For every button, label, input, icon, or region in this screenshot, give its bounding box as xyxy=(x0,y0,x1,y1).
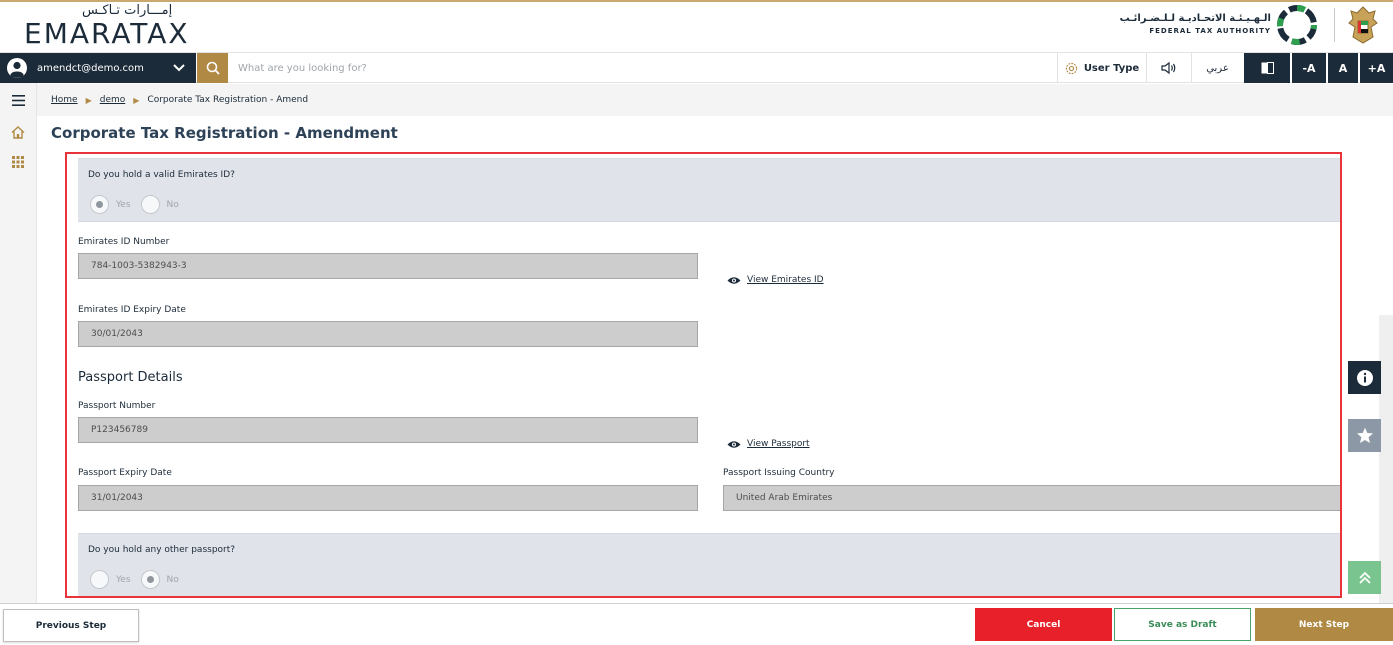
scrollbar[interactable] xyxy=(1379,315,1393,605)
next-step-button[interactable]: Next Step xyxy=(1255,608,1393,641)
radio-no-label: No xyxy=(166,574,179,585)
passport-expiry-field[interactable]: 31/01/2043 xyxy=(78,485,698,511)
font-increase-button[interactable]: +A xyxy=(1360,53,1393,83)
radio-no-label: No xyxy=(166,199,179,210)
passport-expiry-label: Passport Expiry Date xyxy=(78,468,172,478)
radio-yes-label: Yes xyxy=(116,574,131,585)
breadcrumb-arrow-icon: ▶ xyxy=(85,95,92,105)
left-nav-rail xyxy=(0,83,37,603)
star-icon xyxy=(1356,427,1373,443)
emirates-id-radio-group: Yes No xyxy=(90,195,189,214)
home-icon xyxy=(11,125,25,139)
previous-step-button[interactable]: Previous Step xyxy=(3,609,139,642)
breadcrumb-current: Corporate Tax Registration - Amend xyxy=(147,95,309,105)
apps-grid-icon xyxy=(12,156,24,168)
info-icon xyxy=(1356,369,1373,386)
fta-logo-icon xyxy=(1277,5,1317,45)
logo-arabic-text: إمـــارات تـاكـس xyxy=(82,3,173,18)
search-input[interactable] xyxy=(238,53,938,83)
emirates-id-question-label: Do you hold a valid Emirates ID? xyxy=(88,170,235,180)
other-passport-question-block: Do you hold any other passport? Yes No xyxy=(78,533,1340,596)
eye-icon xyxy=(727,440,741,448)
text-to-speech-button[interactable] xyxy=(1146,53,1191,83)
fta-name-english: FEDERAL TAX AUTHORITY xyxy=(1149,27,1271,35)
emirates-id-number-field[interactable]: 784-1003-5382943-3 xyxy=(78,253,698,279)
other-passport-yes-radio[interactable] xyxy=(90,570,109,589)
language-arabic-button[interactable]: عربي xyxy=(1191,53,1243,83)
view-passport-link[interactable]: View Passport xyxy=(727,439,810,449)
uae-emblem-icon xyxy=(1348,6,1378,44)
home-nav-button[interactable] xyxy=(0,117,36,147)
contrast-icon xyxy=(1261,62,1274,74)
search-button[interactable] xyxy=(197,53,228,83)
top-toolbar: amendct@demo.com User Type xyxy=(0,52,1393,83)
chevron-down-icon xyxy=(173,64,185,72)
emaratax-logo[interactable]: EMARATAX xyxy=(24,17,190,50)
breadcrumb: Home ▶ demo ▶ Corporate Tax Registration… xyxy=(37,84,1393,116)
emirates-id-question-block: Do you hold a valid Emirates ID? Yes No xyxy=(78,158,1340,222)
font-decrease-button[interactable]: -A xyxy=(1292,53,1326,83)
save-as-draft-button[interactable]: Save as Draft xyxy=(1114,608,1251,641)
fta-name-arabic: الـهـيـئـة الاتحـاديـة لـلـضـرائـب xyxy=(1119,13,1271,24)
emirates-id-number-label: Emirates ID Number xyxy=(78,237,170,247)
font-normal-button[interactable]: A xyxy=(1328,53,1358,83)
user-avatar-icon xyxy=(7,58,27,78)
user-type-button[interactable]: User Type xyxy=(1057,53,1146,83)
footer-action-bar: Previous Step Cancel Save as Draft Next … xyxy=(0,603,1393,645)
view-emirates-id-text: View Emirates ID xyxy=(747,275,824,285)
favorite-button[interactable] xyxy=(1348,419,1381,452)
apps-nav-button[interactable] xyxy=(0,147,36,177)
page-title: Corporate Tax Registration - Amendment xyxy=(51,124,398,142)
other-passport-no-radio[interactable] xyxy=(140,570,160,589)
emirates-id-yes-radio[interactable] xyxy=(90,195,109,214)
breadcrumb-demo[interactable]: demo xyxy=(100,95,126,105)
fta-branding: الـهـيـئـة الاتحـاديـة لـلـضـرائـب FEDER… xyxy=(1120,4,1317,46)
scroll-to-top-button[interactable] xyxy=(1348,561,1381,594)
emirates-id-expiry-label: Emirates ID Expiry Date xyxy=(78,305,186,315)
search-icon xyxy=(206,61,220,75)
breadcrumb-home[interactable]: Home xyxy=(51,95,78,105)
cancel-button[interactable]: Cancel xyxy=(975,608,1112,641)
menu-toggle-button[interactable] xyxy=(0,85,36,115)
highlighted-form-panel: Do you hold a valid Emirates ID? Yes No … xyxy=(65,152,1342,598)
emirates-id-no-radio[interactable] xyxy=(140,195,160,214)
radio-selected-dot xyxy=(146,576,154,583)
emirates-id-expiry-field[interactable]: 30/01/2043 xyxy=(78,321,698,347)
user-type-label: User Type xyxy=(1083,62,1140,74)
view-passport-text: View Passport xyxy=(747,439,810,449)
double-chevron-up-icon xyxy=(1358,571,1371,584)
passport-country-label: Passport Issuing Country xyxy=(723,468,835,478)
eye-icon xyxy=(727,276,741,284)
other-passport-radio-group: Yes No xyxy=(90,570,189,589)
passport-number-label: Passport Number xyxy=(78,401,156,411)
radio-yes-label: Yes xyxy=(116,199,131,210)
radio-selected-dot xyxy=(96,201,103,208)
user-menu[interactable]: amendct@demo.com xyxy=(0,53,196,83)
contrast-toggle-button[interactable] xyxy=(1244,53,1290,83)
breadcrumb-arrow-icon: ▶ xyxy=(133,95,140,105)
header-divider xyxy=(1334,8,1335,42)
hamburger-menu-icon xyxy=(11,94,25,106)
page-root: إمـــارات تـاكـس EMARATAX الـهـيـئـة الا… xyxy=(0,0,1393,645)
view-emirates-id-link[interactable]: View Emirates ID xyxy=(727,275,824,285)
site-header: إمـــارات تـاكـس EMARATAX الـهـيـئـة الا… xyxy=(0,2,1393,50)
info-button[interactable] xyxy=(1348,361,1381,394)
passport-details-heading: Passport Details xyxy=(78,370,183,385)
passport-country-field[interactable]: United Arab Emirates xyxy=(723,485,1340,511)
user-email: amendct@demo.com xyxy=(37,62,144,74)
passport-number-field[interactable]: P123456789 xyxy=(78,417,698,443)
speaker-icon xyxy=(1161,61,1176,75)
gear-icon xyxy=(1065,62,1077,74)
other-passport-question-label: Do you hold any other passport? xyxy=(88,545,236,555)
